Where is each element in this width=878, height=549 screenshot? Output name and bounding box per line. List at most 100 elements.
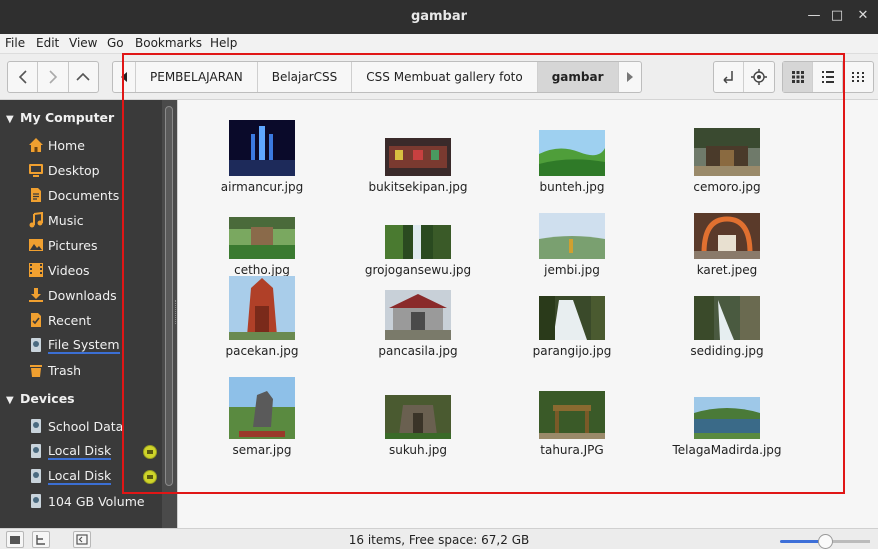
videos-icon <box>29 263 43 277</box>
thumbnail <box>652 193 802 259</box>
navigation-buttons <box>7 61 99 93</box>
maximize-icon[interactable]: □ <box>829 8 845 24</box>
menu-go[interactable]: Go <box>107 36 124 50</box>
menu-bookmarks[interactable]: Bookmarks <box>135 36 202 50</box>
file-item[interactable]: sediding.jpg <box>652 274 802 358</box>
sidebar-section-devices[interactable]: ▼ Devices <box>6 391 75 406</box>
list-icon <box>821 71 834 83</box>
file-item[interactable]: semar.jpg <box>187 373 337 457</box>
file-item[interactable]: grojogansewu.jpg <box>343 193 493 277</box>
menu-edit[interactable]: Edit <box>36 36 59 50</box>
drive-icon <box>31 469 41 483</box>
thumbnail <box>343 274 493 340</box>
sidebar-item-music[interactable]: Music <box>28 210 84 230</box>
expand-triangle-icon: ▼ <box>6 395 14 406</box>
thumbnail <box>497 193 647 259</box>
sidebar-item-trash[interactable]: Trash <box>28 360 81 380</box>
sidebar-item-file-system[interactable]: File System <box>28 335 120 355</box>
sidebar-item-label: Home <box>48 137 85 153</box>
zoom-slider[interactable] <box>780 534 870 549</box>
file-item[interactable]: bunteh.jpg <box>497 110 647 194</box>
image-thumbnail <box>229 276 295 340</box>
thumbnail <box>497 110 647 176</box>
sidebar-item-pictures[interactable]: Pictures <box>28 235 98 255</box>
sidebar-item-104-gb-volume[interactable]: 104 GB Volume <box>28 491 145 511</box>
compact-grid-icon <box>852 72 864 82</box>
sidebar-item-label: Music <box>48 212 84 228</box>
breadcrumb-item[interactable]: CSS Membuat gallery foto <box>352 62 538 92</box>
sidebar-item-label: Downloads <box>48 287 117 303</box>
sidebar-item-home[interactable]: Home <box>28 135 85 155</box>
breadcrumb-item-current[interactable]: gambar <box>537 62 619 92</box>
sidebar-section-my-computer[interactable]: ▼ My Computer <box>6 110 114 125</box>
toolbar: PEMBELAJARAN BelajarCSS CSS Membuat gall… <box>0 54 878 100</box>
breadcrumb-scroll-right[interactable] <box>619 62 641 92</box>
documents-icon <box>31 188 41 202</box>
file-item[interactable]: pancasila.jpg <box>343 274 493 358</box>
file-item[interactable]: karet.jpeg <box>652 193 802 277</box>
close-icon[interactable]: ✕ <box>855 8 871 24</box>
file-item[interactable]: pacekan.jpg <box>187 274 337 358</box>
sidebar-item-local-disk[interactable]: Local Disk <box>28 441 112 461</box>
minimize-icon[interactable]: — <box>806 8 822 24</box>
sidebar-item-label: Desktop <box>48 162 100 178</box>
file-name: sediding.jpg <box>690 344 764 358</box>
breadcrumb-scroll-left[interactable] <box>113 62 136 92</box>
file-item[interactable]: cetho.jpg <box>187 193 337 277</box>
back-button[interactable] <box>8 62 39 92</box>
image-thumbnail <box>229 217 295 259</box>
scrollbar-thumb[interactable] <box>165 106 173 486</box>
location-entry-icon <box>722 71 733 84</box>
chevron-right-icon <box>49 70 58 84</box>
thumbnail <box>652 274 802 340</box>
image-thumbnail <box>539 130 605 176</box>
image-thumbnail <box>694 213 760 259</box>
sidebar-item-local-disk[interactable]: Local Disk <box>28 466 112 486</box>
image-thumbnail <box>539 391 605 439</box>
crosshair-icon <box>751 69 767 85</box>
breadcrumb-item[interactable]: PEMBELAJARAN <box>136 62 258 92</box>
file-item[interactable]: cemoro.jpg <box>652 110 802 194</box>
thumbnail <box>497 274 647 340</box>
file-name: parangijo.jpg <box>532 344 612 358</box>
file-item[interactable]: jembi.jpg <box>497 193 647 277</box>
file-item[interactable]: TelagaMadirda.jpg <box>652 373 802 457</box>
sidebar-item-downloads[interactable]: Downloads <box>28 285 117 305</box>
toggle-location-button[interactable] <box>714 62 744 92</box>
menu-file[interactable]: File <box>5 36 25 50</box>
drive-icon <box>31 494 41 508</box>
sidebar-item-label: 104 GB Volume <box>48 493 145 509</box>
menu-help[interactable]: Help <box>210 36 237 50</box>
eject-icon[interactable] <box>143 445 157 459</box>
music-icon <box>29 212 43 228</box>
zoom-slider-handle[interactable] <box>818 534 833 549</box>
file-item[interactable]: bukitsekipan.jpg <box>343 110 493 194</box>
icon-view-button[interactable] <box>783 62 813 92</box>
sidebar: ▼ My Computer Home Desktop Documents Musi… <box>0 100 177 528</box>
sidebar-item-videos[interactable]: Videos <box>28 260 90 280</box>
menu-view[interactable]: View <box>69 36 97 50</box>
file-item[interactable]: tahura.JPG <box>497 373 647 457</box>
downloads-icon <box>29 288 43 302</box>
list-view-button[interactable] <box>813 62 843 92</box>
compact-view-button[interactable] <box>843 62 873 92</box>
file-item[interactable]: sukuh.jpg <box>343 373 493 457</box>
thumbnail <box>343 373 493 439</box>
recent-icon <box>31 313 41 327</box>
chevron-left-icon <box>18 70 27 84</box>
section-label: Devices <box>20 391 75 406</box>
eject-icon[interactable] <box>143 470 157 484</box>
file-item[interactable]: airmancur.jpg <box>187 110 337 194</box>
sidebar-item-school-data[interactable]: School Data <box>28 416 123 436</box>
file-name: bukitsekipan.jpg <box>368 180 468 194</box>
breadcrumb-item[interactable]: BelajarCSS <box>258 62 353 92</box>
up-button[interactable] <box>69 62 98 92</box>
sidebar-item-desktop[interactable]: Desktop <box>28 160 100 180</box>
sidebar-item-recent[interactable]: Recent <box>28 310 91 330</box>
image-thumbnail <box>229 120 295 176</box>
forward-button[interactable] <box>38 62 69 92</box>
thumbnail <box>187 193 337 259</box>
sidebar-item-documents[interactable]: Documents <box>28 185 119 205</box>
file-item[interactable]: parangijo.jpg <box>497 274 647 358</box>
open-terminal-button[interactable] <box>744 62 774 92</box>
